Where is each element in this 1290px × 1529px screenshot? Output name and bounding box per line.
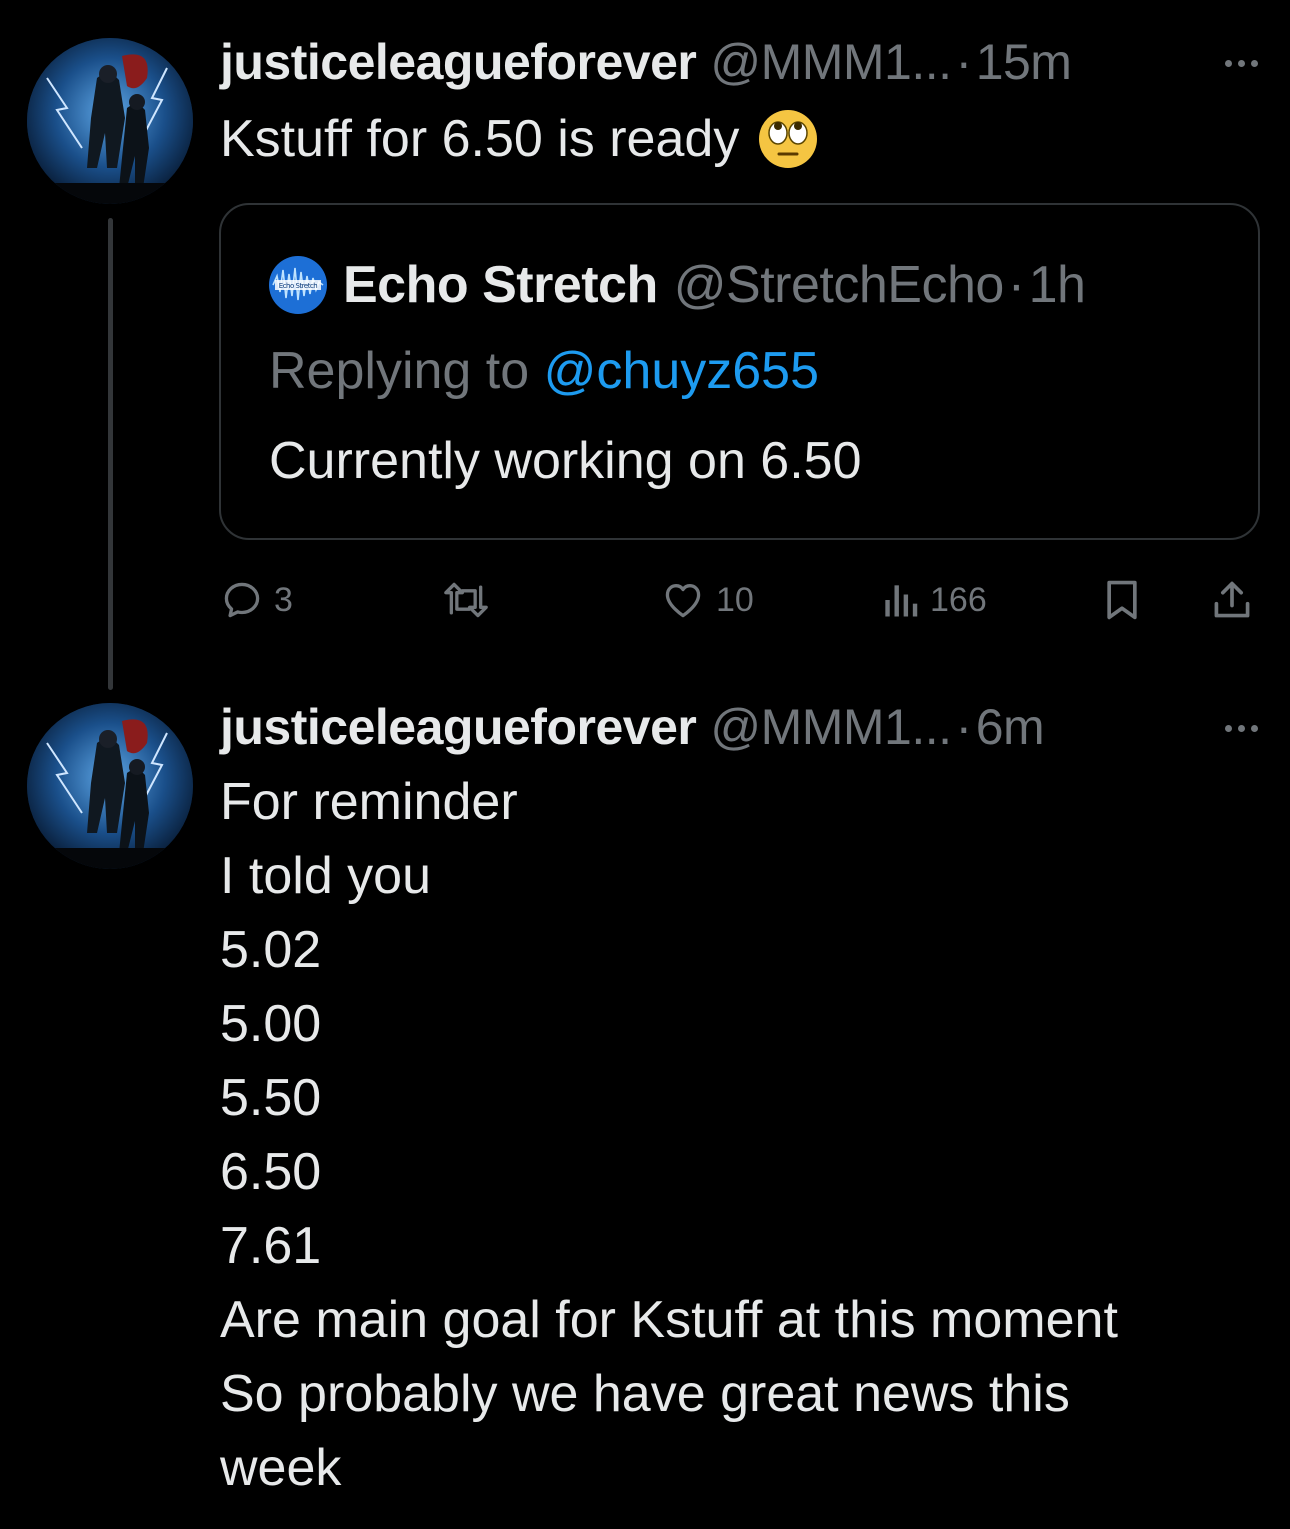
share-icon	[1214, 581, 1250, 618]
share-button[interactable]	[1210, 570, 1254, 630]
tweet-header: justiceleagueforever @MMM1... · 6m	[220, 697, 1260, 757]
timestamp[interactable]: 15m	[976, 33, 1072, 91]
bookmark-icon	[1107, 580, 1137, 620]
like-count: 10	[716, 580, 754, 619]
user-avatar[interactable]	[27, 703, 193, 869]
tweet-action-bar: 3 10 166	[220, 570, 1260, 630]
user-avatar[interactable]	[27, 38, 193, 204]
quoted-display-name[interactable]: Echo Stretch	[343, 255, 658, 315]
mention-link[interactable]: @chuyz655	[544, 342, 819, 400]
tweet[interactable]: justiceleagueforever @MMM1... · 15m Kstu…	[0, 0, 1290, 700]
more-options-icon[interactable]	[1225, 725, 1258, 732]
echo-stretch-logo-text: Echo Stretch	[279, 282, 318, 290]
quoted-tweet[interactable]: Echo Stretch Echo Stretch @StretchEcho ·…	[219, 203, 1260, 540]
tweet-text-line: Are main goal for Kstuff at this moment	[220, 1291, 1118, 1349]
quoted-user-handle[interactable]: @StretchEcho	[674, 255, 1005, 315]
tweet-text-line: 5.00	[220, 995, 322, 1053]
quoted-tweet-text: Currently working on 6.50	[269, 432, 862, 490]
tweet-text-line: 5.02	[220, 921, 322, 979]
tweet-text-content: Kstuff for 6.50 is ready	[220, 110, 740, 168]
superhero-avatar-icon	[27, 38, 193, 204]
tweet-text: For reminder I told you 5.02 5.00 5.50 6…	[220, 765, 1250, 1505]
user-handle[interactable]: @MMM1...	[710, 698, 952, 756]
quoted-user-avatar[interactable]: Echo Stretch	[269, 256, 327, 314]
tweet-text-line: I told you	[220, 847, 432, 905]
repost-icon	[444, 582, 488, 618]
tweet[interactable]: justiceleagueforever @MMM1... · 6m For r…	[0, 697, 1290, 1529]
bookmark-button[interactable]	[1100, 570, 1144, 630]
reply-count: 3	[274, 580, 293, 619]
quoted-timestamp[interactable]: 1h	[1029, 255, 1086, 315]
tweet-text-line: 7.61	[220, 1217, 322, 1275]
quoted-tweet-header: Echo Stretch Echo Stretch @StretchEcho ·…	[269, 253, 1086, 317]
display-name[interactable]: justiceleagueforever	[220, 698, 697, 756]
tweet-text-line: week	[220, 1439, 342, 1497]
echo-stretch-avatar-icon: Echo Stretch	[269, 256, 327, 314]
tweet-text-line: 6.50	[220, 1143, 322, 1201]
thread-connector-line	[108, 218, 113, 690]
timestamp[interactable]: 6m	[976, 698, 1045, 756]
separator-dot: ·	[1007, 256, 1025, 314]
separator-dot: ·	[955, 34, 973, 90]
tweet-text-line: For reminder	[220, 773, 518, 831]
tweet-header: justiceleagueforever @MMM1... · 15m	[220, 32, 1260, 92]
replying-to: Replying to @chuyz655	[269, 341, 819, 401]
reply-button[interactable]: 3	[220, 570, 293, 630]
superhero-avatar-icon	[27, 703, 193, 869]
views-chart-icon	[885, 585, 918, 617]
more-options-icon[interactable]	[1225, 60, 1258, 67]
separator-dot: ·	[955, 699, 973, 755]
replying-to-label: Replying to	[269, 342, 544, 400]
like-button[interactable]: 10	[660, 570, 754, 630]
heart-icon	[665, 584, 701, 618]
user-handle[interactable]: @MMM1...	[710, 33, 952, 91]
views-button[interactable]: 166	[880, 570, 987, 630]
reply-icon	[224, 582, 260, 618]
rolling-eyes-emoji-icon	[757, 108, 819, 170]
tweet-text-line: 5.50	[220, 1069, 322, 1127]
tweet-text: Kstuff for 6.50 is ready	[220, 102, 1250, 176]
views-count: 166	[930, 580, 987, 619]
tweet-text-line: So probably we have great news this	[220, 1365, 1070, 1423]
repost-button[interactable]	[440, 570, 502, 630]
display-name[interactable]: justiceleagueforever	[220, 33, 697, 91]
